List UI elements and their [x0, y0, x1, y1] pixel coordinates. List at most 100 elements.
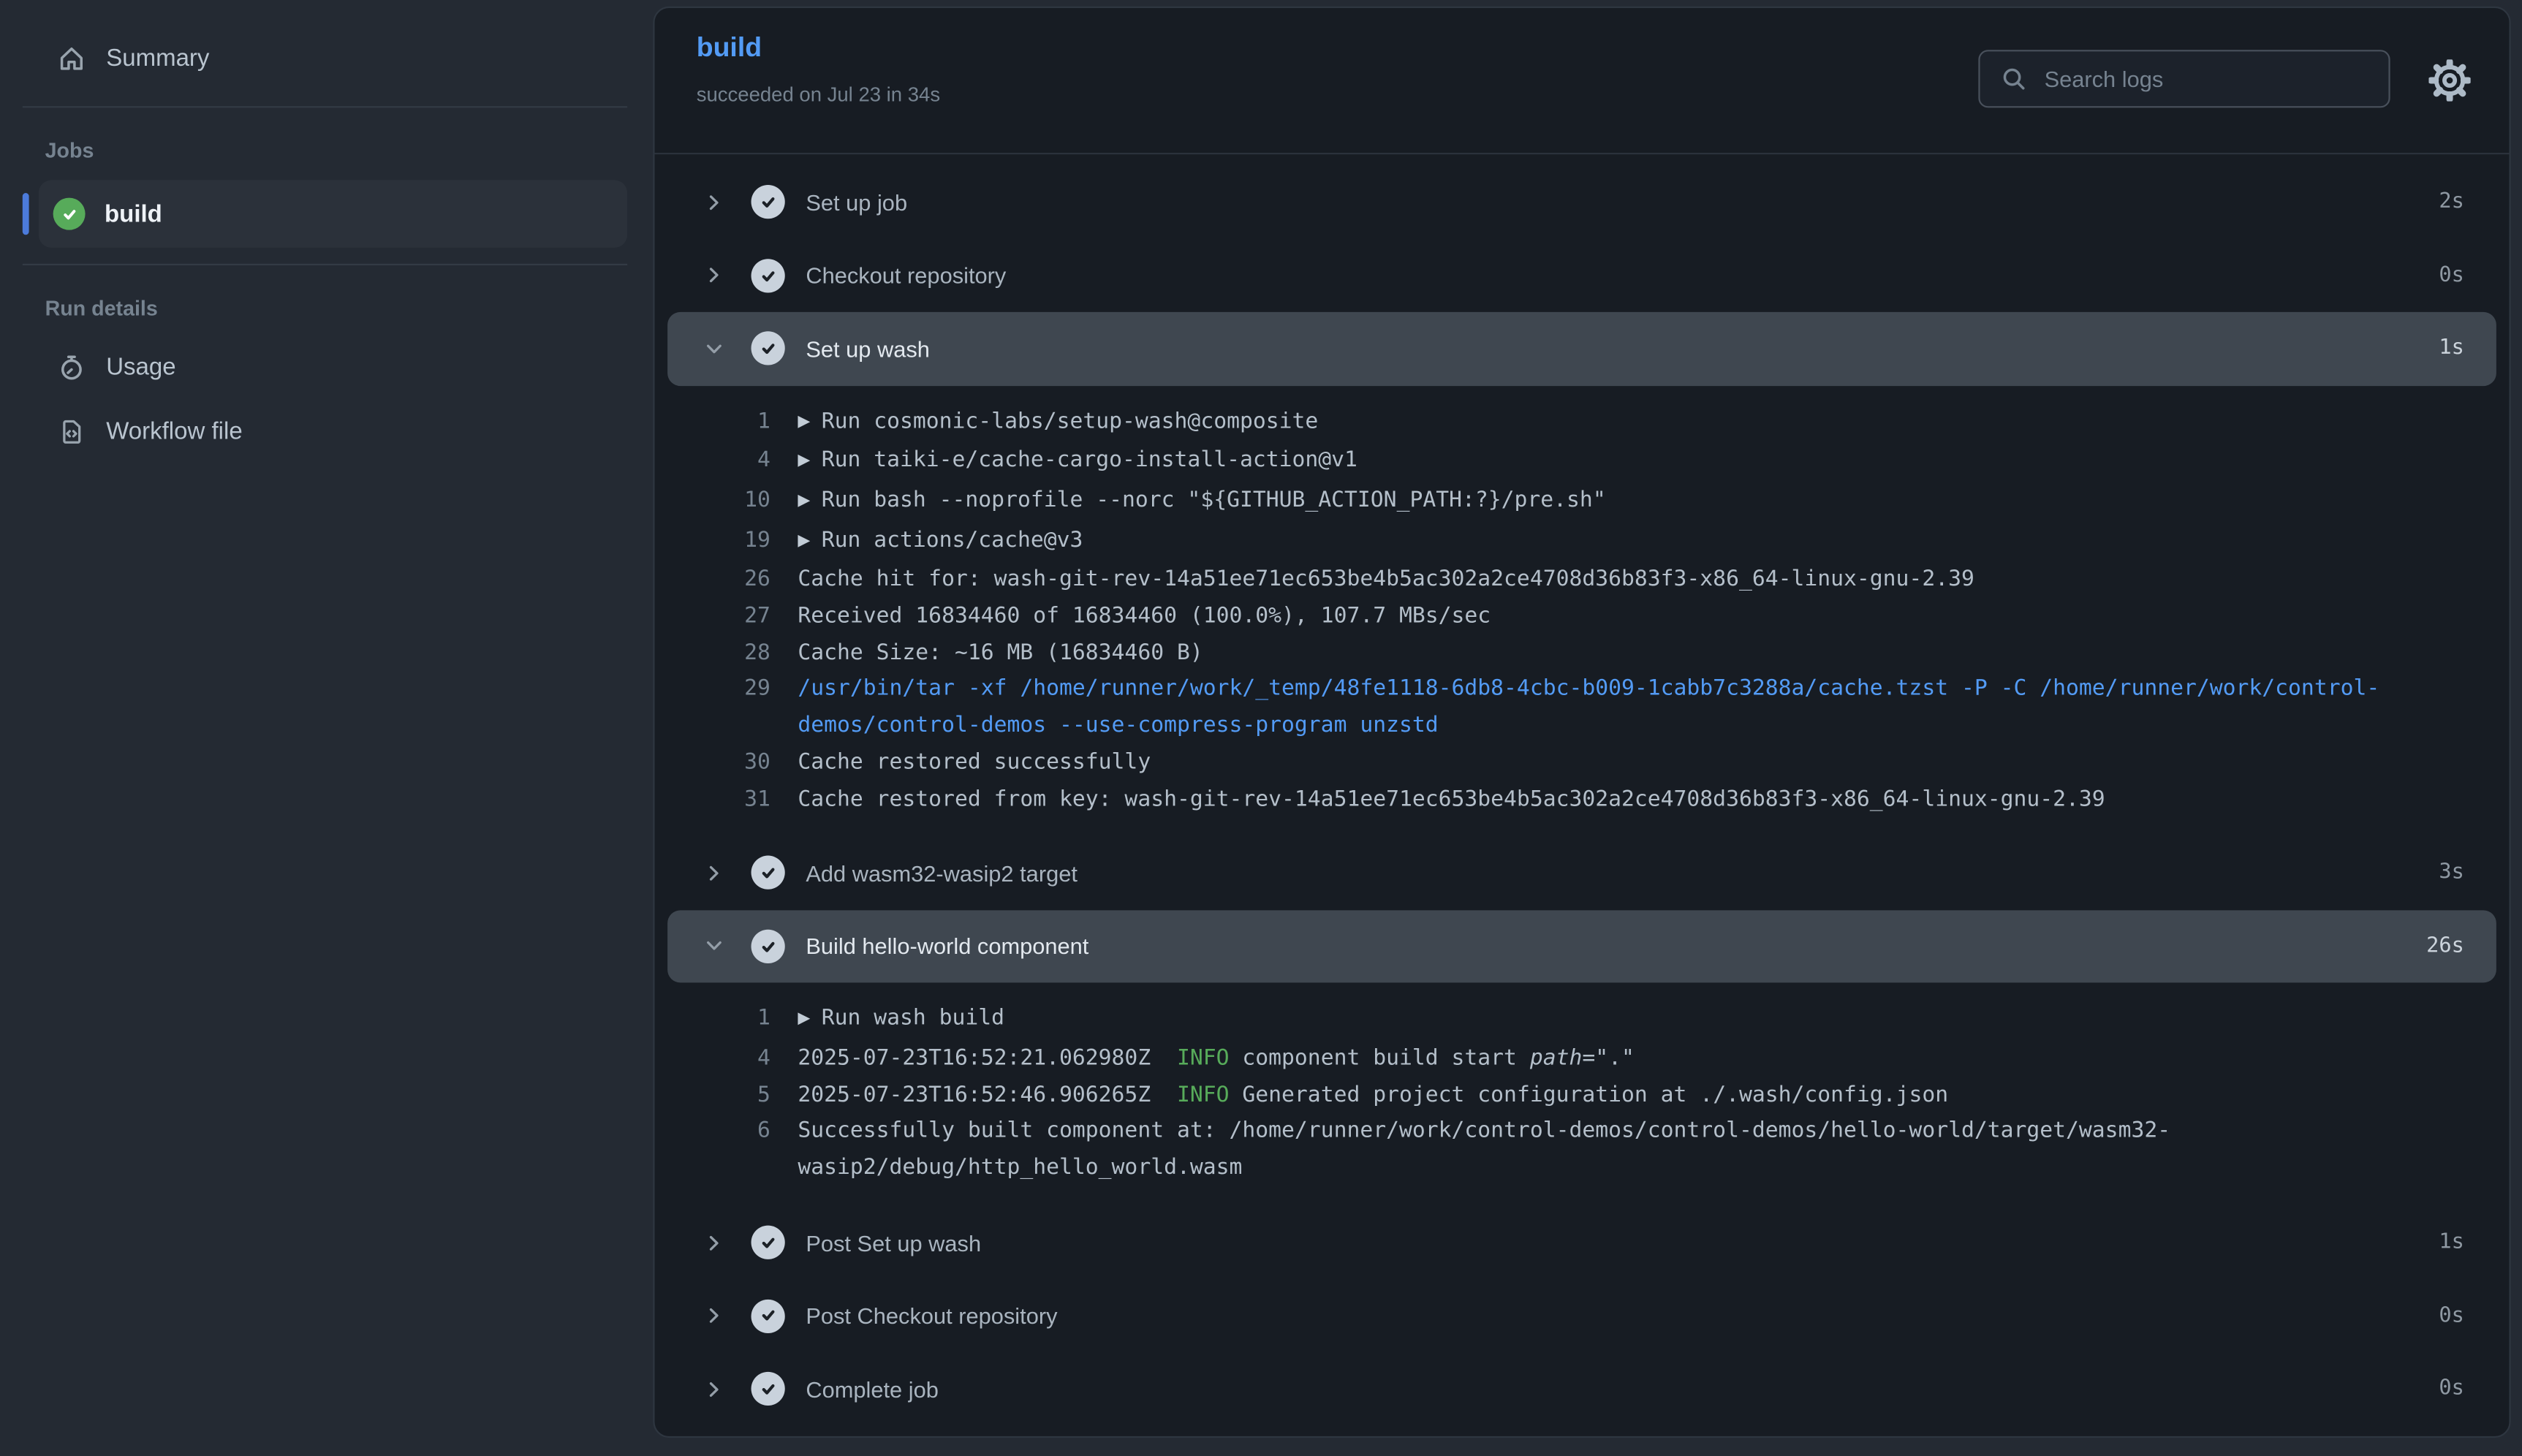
log-line-number[interactable]: 5	[655, 1077, 770, 1113]
log-line-number[interactable]: 10	[655, 482, 770, 519]
log-group-line[interactable]: 19▶Run actions/cache@v3	[655, 522, 2400, 561]
log-segment: Cache restored from key: wash-git-rev-14…	[798, 786, 2105, 811]
step-duration: 0s	[2439, 1376, 2464, 1400]
log-group-line[interactable]: 10 ▶Run bash --noprofile --norc "${GITHUB…	[655, 482, 2400, 522]
log-segment: /usr/bin/tar -xf /home/runner/work/_temp…	[798, 676, 2379, 738]
steps-list: Set up job2sCheckout repository0sSet up …	[655, 154, 2510, 1425]
log-segment: Run bash --noprofile --norc "${GITHUB_AC…	[822, 487, 1606, 512]
log-line-text: Successfully built component at: /home/r…	[798, 1113, 2399, 1186]
log-line-number[interactable]: 29	[655, 671, 770, 708]
log-line: 29/usr/bin/tar -xf /home/runner/work/_te…	[655, 671, 2400, 744]
log-segment: Run cosmonic-labs/setup-wash@composite	[822, 408, 1319, 433]
log-line-text: Cache hit for: wash-git-rev-14a51ee71ec6…	[798, 562, 2399, 599]
home-icon	[58, 45, 85, 72]
job-header: build succeeded on Jul 23 in 34s	[655, 8, 2510, 154]
job-success-icon	[53, 198, 86, 230]
log-segment: Generated project configuration at ./.wa…	[1230, 1082, 1949, 1107]
sidebar-item-workflow-file[interactable]: Workflow file	[39, 399, 627, 463]
log-segment: Run actions/cache@v3	[822, 527, 1083, 553]
log-line: 28 Cache Size: ~16 MB (16834460 B)	[655, 634, 2400, 671]
sidebar-item-label: Summary	[106, 45, 209, 72]
step-row[interactable]: Checkout repository0s	[655, 239, 2510, 312]
expand-arrow-icon: ▶	[798, 412, 810, 430]
sidebar-item-usage[interactable]: Usage	[39, 335, 627, 399]
log-line-number[interactable]: 19	[655, 522, 770, 558]
log-segment: Cache Size: ~16 MB (16834460 B)	[798, 640, 1203, 665]
log-line-text: Cache restored successfully	[798, 744, 2399, 781]
log-line-number[interactable]: 4	[655, 1040, 770, 1077]
log-line-text: ▶ Run cosmonic-labs/setup-wash@composite	[798, 403, 2399, 442]
log-segment: ="."	[1582, 1045, 1635, 1071]
step-success-icon	[751, 186, 785, 219]
chevron-down-icon	[703, 338, 726, 360]
log-line: 42025-07-23T16:52:21.062980Z INFO compon…	[655, 1040, 2400, 1077]
log-line-number[interactable]: 28	[655, 634, 770, 671]
step-row[interactable]: Complete job0s	[655, 1352, 2510, 1425]
chevron-right-icon	[703, 1304, 726, 1327]
log-segment: Run wash build	[822, 1006, 1004, 1031]
step-name: Add wasm32-wasip2 target	[806, 860, 1078, 886]
log-group-line[interactable]: 1 ▶ Run cosmonic-labs/setup-wash@composite	[655, 403, 2400, 442]
search-logs-input[interactable]	[2041, 64, 2372, 94]
log-line-number[interactable]: 1	[655, 403, 770, 439]
log-segment: INFO	[1177, 1045, 1230, 1071]
log-line-number[interactable]: 6	[655, 1113, 770, 1150]
step-row[interactable]: Post Checkout repository0s	[655, 1279, 2510, 1352]
log-line-text: Received 16834460 of 16834460 (100.0%), …	[798, 599, 2399, 635]
log-group-line[interactable]: 1 ▶Run wash build	[655, 1001, 2400, 1040]
chevron-right-icon	[703, 191, 726, 213]
run-details-heading: Run details	[0, 281, 653, 335]
sidebar-divider	[23, 264, 627, 265]
step-success-icon	[751, 1299, 785, 1332]
log-segment: Successfully built component at: /home/r…	[798, 1118, 2170, 1180]
chevron-right-icon	[703, 264, 726, 287]
log-line-number[interactable]: 30	[655, 744, 770, 781]
step-name: Set up job	[806, 189, 907, 215]
log-line-text: ▶Run wash build	[798, 1001, 2399, 1040]
log-segment: Cache hit for: wash-git-rev-14a51ee71ec6…	[798, 566, 1974, 592]
step-name: Checkout repository	[806, 262, 1006, 288]
log-line-number[interactable]: 4	[655, 443, 770, 479]
gear-icon	[2428, 59, 2470, 101]
step-row[interactable]: Set up job2s	[655, 166, 2510, 239]
log-line-text: Cache restored from key: wash-git-rev-14…	[798, 781, 2399, 817]
search-logs-box[interactable]	[1978, 50, 2390, 107]
log-line-text: ▶Run bash --noprofile --norc "${GITHUB_A…	[798, 482, 2399, 522]
log-segment: Cache restored successfully	[798, 749, 1151, 775]
step-name: Set up wash	[806, 335, 930, 361]
step-name: Post Checkout repository	[806, 1303, 1057, 1328]
job-title-link[interactable]: build	[697, 32, 762, 64]
log-line-text: 2025-07-23T16:52:46.906265Z INFO Generat…	[798, 1077, 2399, 1113]
search-icon	[2001, 66, 2026, 91]
log-line-number[interactable]: 26	[655, 562, 770, 599]
file-code-icon	[58, 417, 85, 444]
log-line-number[interactable]: 1	[655, 1001, 770, 1037]
step-success-icon	[751, 930, 785, 963]
step-row[interactable]: Build hello-world component26s	[667, 910, 2496, 983]
sidebar-item-summary[interactable]: Summary	[39, 26, 627, 90]
log-line-number[interactable]: 27	[655, 599, 770, 635]
step-row[interactable]: Set up wash1s	[667, 312, 2496, 385]
step-success-icon	[751, 259, 785, 292]
step-success-icon	[751, 332, 785, 365]
log-line: 30 Cache restored successfully	[655, 744, 2400, 781]
log-group-line[interactable]: 4▶Run taiki-e/cache-cargo-install-action…	[655, 443, 2400, 482]
log-segment: 2025-07-23T16:52:46.906265Z	[798, 1082, 1177, 1107]
actions-run-page: Summary Jobs build Run details Usage Wor…	[0, 0, 2522, 1455]
step-duration: 3s	[2439, 861, 2464, 885]
log-settings-button[interactable]	[2428, 59, 2470, 101]
sidebar-item-job-build[interactable]: build	[39, 180, 627, 247]
sidebar: Summary Jobs build Run details Usage Wor…	[0, 0, 653, 1455]
step-row[interactable]: Add wasm32-wasip2 target 3s	[655, 837, 2510, 910]
chevron-right-icon	[703, 1378, 726, 1400]
step-row[interactable]: Post Set up wash1s	[655, 1206, 2510, 1279]
chevron-down-icon	[703, 935, 726, 958]
step-duration: 1s	[2439, 1230, 2464, 1254]
log-line: 31 Cache restored from key: wash-git-rev-…	[655, 781, 2400, 817]
expand-arrow-icon: ▶	[798, 452, 810, 470]
log-segment: INFO	[1177, 1082, 1230, 1107]
log-line: 27 Received 16834460 of 16834460 (100.0%)…	[655, 599, 2400, 635]
log-line-number[interactable]: 31	[655, 781, 770, 817]
chevron-right-icon	[703, 862, 726, 884]
log-line-text: Cache Size: ~16 MB (16834460 B)	[798, 634, 2399, 671]
